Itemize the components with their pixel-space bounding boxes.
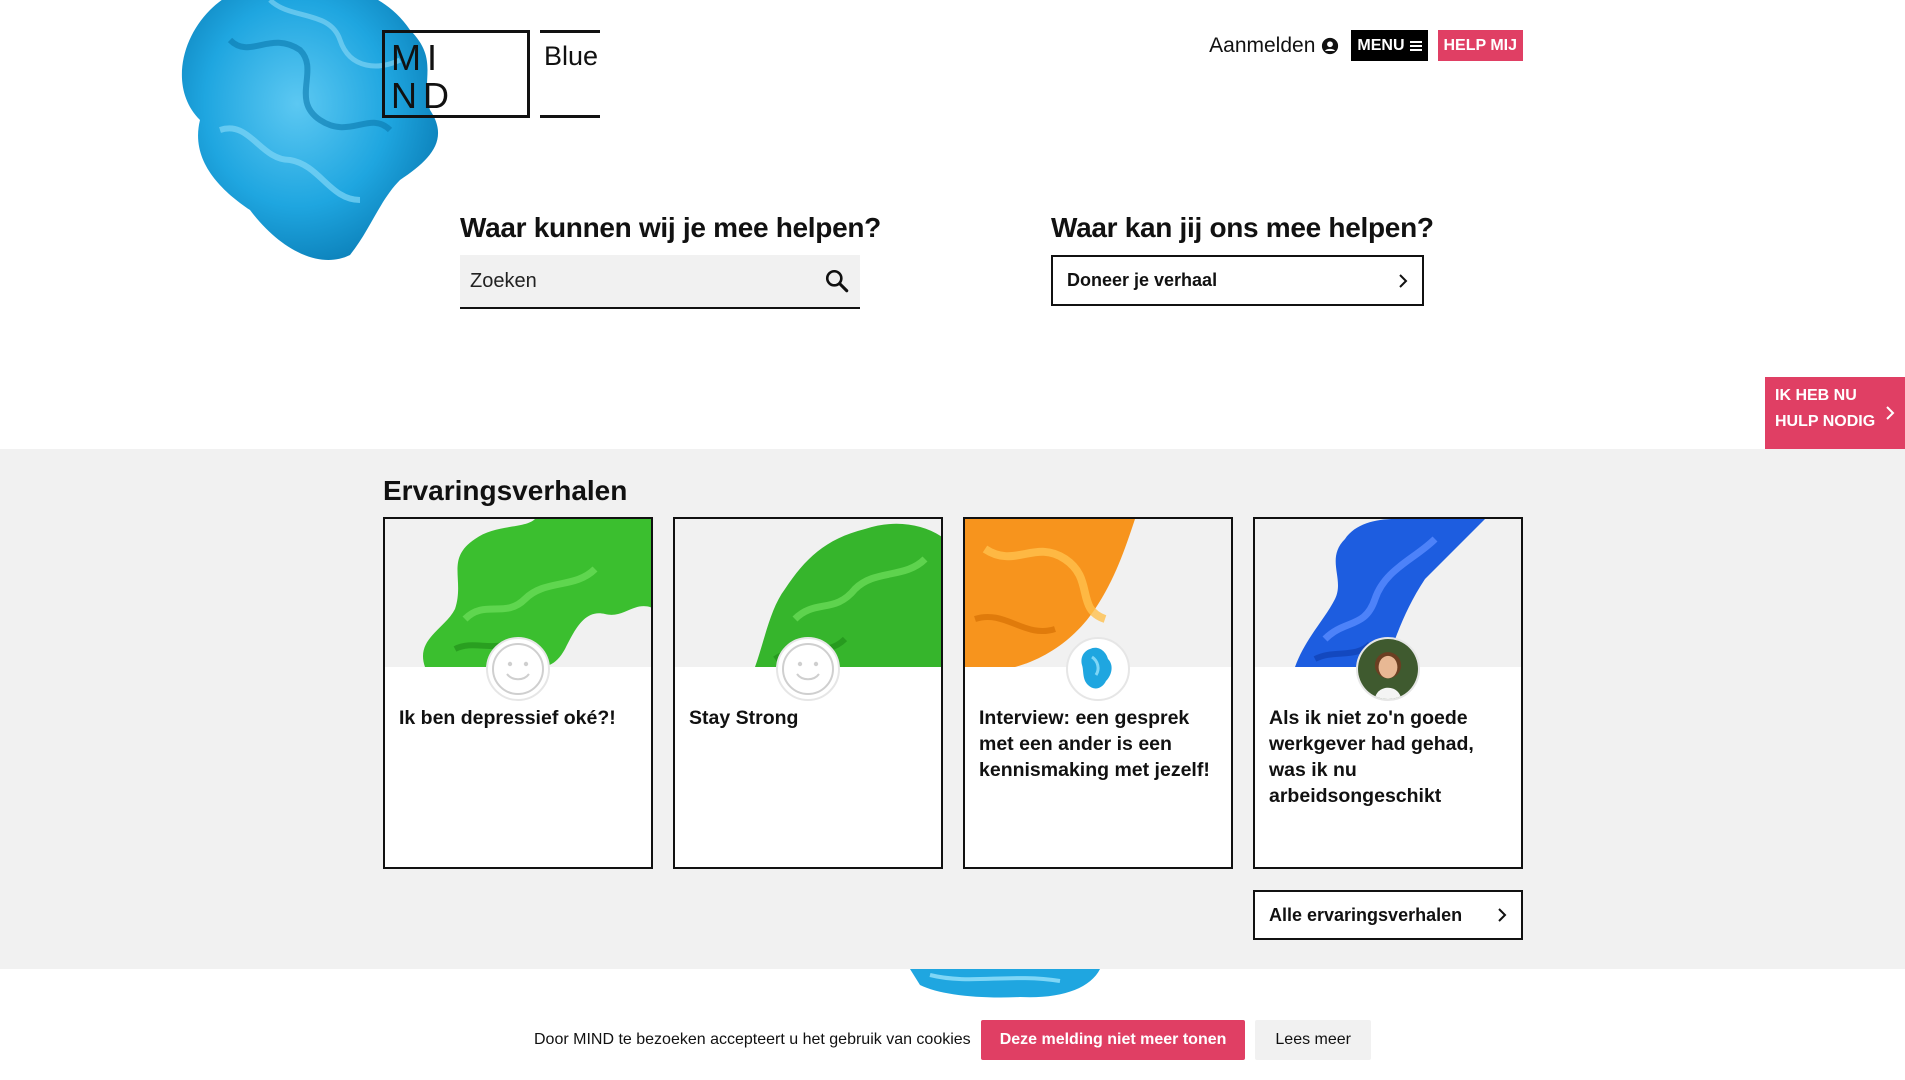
login-link[interactable]: Aanmelden <box>1209 34 1339 58</box>
cookie-text: Door MIND te bezoeken accepteert u het g… <box>534 1031 971 1048</box>
login-label: Aanmelden <box>1209 33 1316 57</box>
search-icon[interactable] <box>824 268 850 294</box>
smiley-face-icon <box>492 643 544 695</box>
cookie-accept-button[interactable]: Deze melding niet meer tonen <box>980 1020 1246 1060</box>
story-title: Als ik niet zo'n goede werkgever had geh… <box>1269 707 1474 807</box>
chevron-right-icon <box>1399 273 1408 288</box>
urgent-line-1: IK HEB NU <box>1775 387 1857 404</box>
donate-story-button[interactable]: Doneer je verhaal <box>1051 255 1424 306</box>
user-circle-icon <box>1322 37 1339 54</box>
chevron-right-icon <box>1498 908 1507 922</box>
smiley-face-icon <box>782 643 834 695</box>
all-stories-label: Alle ervaringsverhalen <box>1269 904 1463 925</box>
stories-heading: Ervaringsverhalen <box>383 475 628 506</box>
story-title: Ik ben depressief oké?! <box>399 707 616 729</box>
urgent-line-2: HULP NODIG <box>1775 413 1876 430</box>
help-search-heading: Waar kunnen wij je mee helpen? <box>460 212 881 243</box>
urgent-help-tab[interactable]: IK HEB NU HULP NODIG <box>1765 377 1905 449</box>
story-card[interactable]: Interview: een gesprek met een ander is … <box>963 517 1233 869</box>
help-me-button[interactable]: HELP MIJ <box>1437 30 1523 61</box>
menu-label: MENU <box>1357 36 1405 54</box>
ink-avatar <box>1066 637 1130 701</box>
smiley-avatar <box>486 637 550 701</box>
logo[interactable]: MI ND Blue <box>382 30 600 118</box>
story-card[interactable]: Ik ben depressief oké?! <box>383 517 653 869</box>
person-photo-avatar <box>1356 637 1420 701</box>
donate-heading: Waar kan jij ons mee helpen? <box>1051 212 1434 243</box>
hamburger-icon <box>1409 40 1422 51</box>
help-search-section: Waar kunnen wij je mee helpen? <box>460 212 881 309</box>
story-title: Interview: een gesprek met een ander is … <box>979 707 1210 781</box>
top-navigation: Aanmelden MENU HELP MIJ <box>1209 30 1523 61</box>
all-stories-button[interactable]: Alle ervaringsverhalen <box>1253 890 1523 940</box>
menu-button[interactable]: MENU <box>1351 30 1428 61</box>
logo-blue-text: Blue <box>540 30 600 118</box>
search-input[interactable] <box>470 269 816 293</box>
donate-section: Waar kan jij ons mee helpen? Doneer je v… <box>1051 212 1434 306</box>
cookie-banner: Door MIND te bezoeken accepteert u het g… <box>0 1010 1905 1070</box>
person-photo-icon <box>1358 639 1418 699</box>
blue-ink-icon <box>1081 647 1112 689</box>
logo-mind-box: MI ND <box>382 30 530 118</box>
bottom-ink-illustration <box>910 969 1100 998</box>
story-card[interactable]: Als ik niet zo'n goede werkgever had geh… <box>1253 517 1523 869</box>
donate-label: Doneer je verhaal <box>1067 270 1218 290</box>
logo-mind-text: MI ND <box>391 37 455 116</box>
story-title: Stay Strong <box>689 707 799 729</box>
search-box <box>460 255 860 309</box>
stories-section: Ervaringsverhalen Ik ben depressief oké?… <box>0 449 1905 969</box>
stories-cards: Ik ben depressief oké?! Stay Strong Inte… <box>383 517 1523 869</box>
page: MI ND Blue Aanmelden MENU HELP MIJ Waar … <box>0 0 1905 1080</box>
cookie-read-more-button[interactable]: Lees meer <box>1255 1020 1371 1060</box>
smiley-avatar <box>776 637 840 701</box>
chevron-right-icon <box>1886 406 1895 420</box>
story-card[interactable]: Stay Strong <box>673 517 943 869</box>
